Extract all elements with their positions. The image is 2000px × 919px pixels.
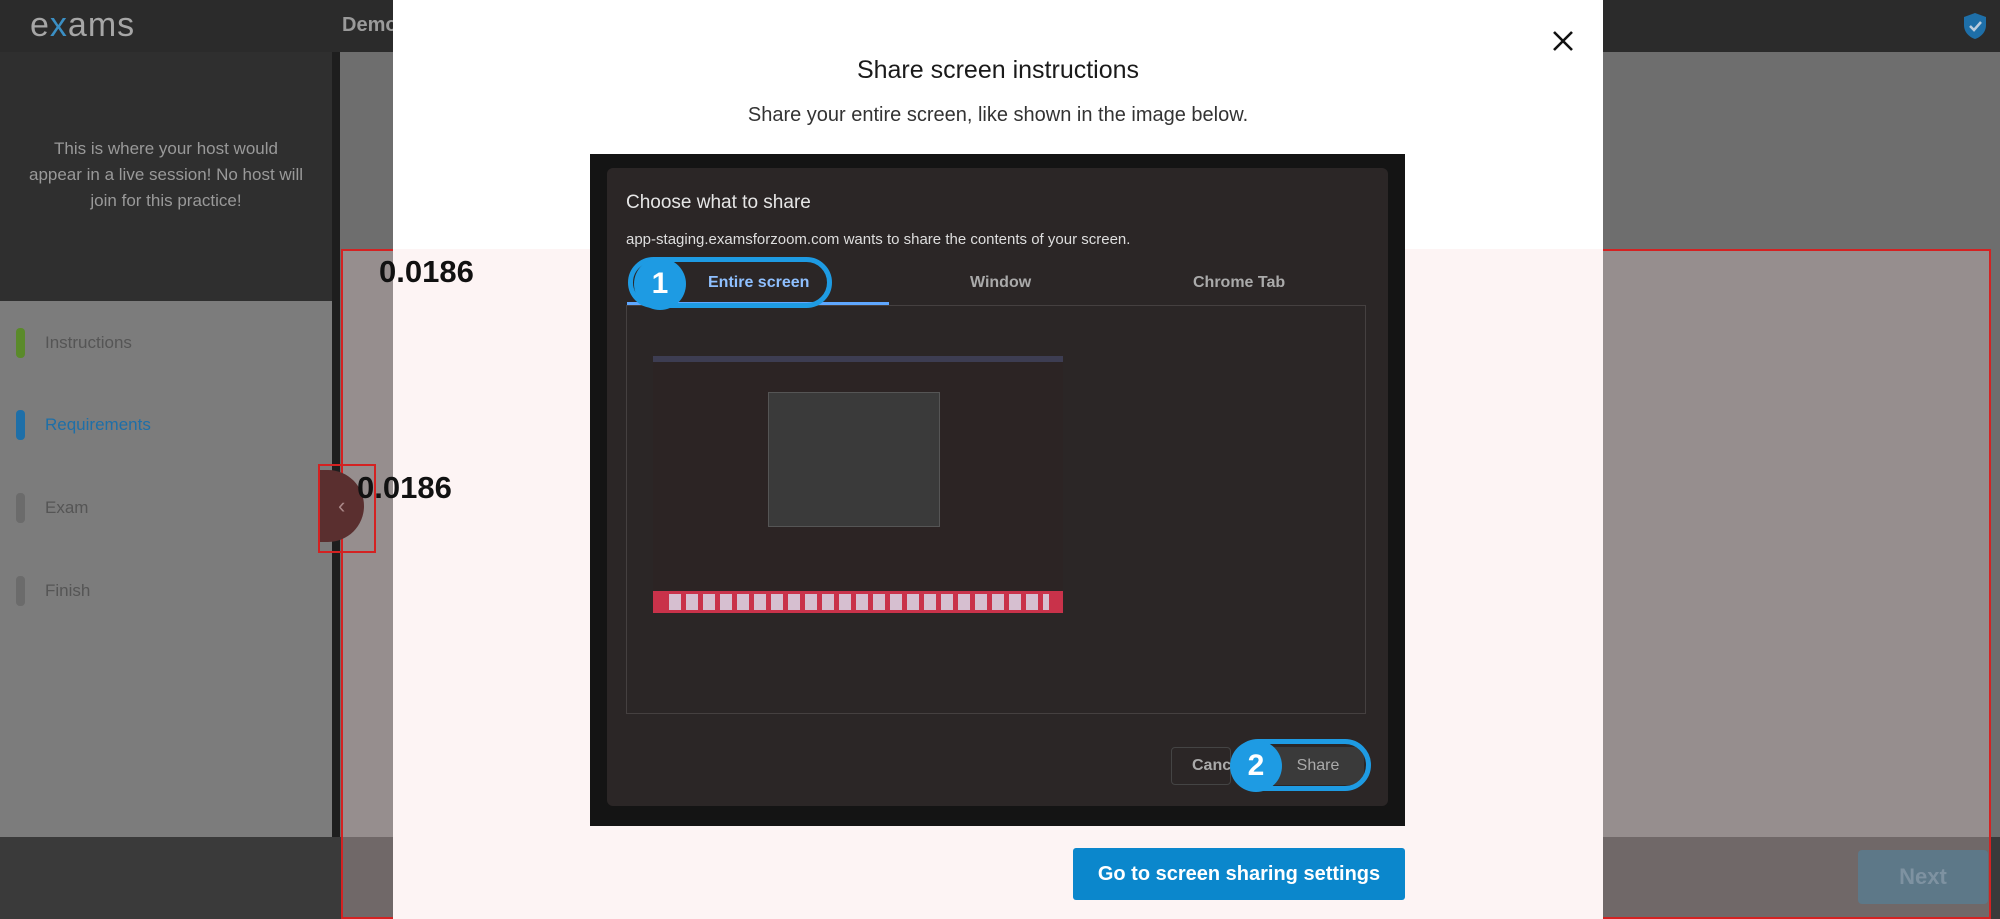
step-label: Exam: [45, 498, 89, 517]
step-finish[interactable]: Finish: [16, 576, 90, 606]
screen-thumbnail: [653, 356, 1063, 613]
step-label: Finish: [45, 581, 91, 600]
example-cancel-button: Canc: [1171, 747, 1231, 785]
step-indicator: [16, 410, 25, 440]
step-label: Requirements: [45, 415, 151, 434]
step-label: Instructions: [45, 333, 132, 352]
step-indicator: [16, 493, 25, 523]
metric-label-mid: 0.0186: [357, 470, 452, 505]
modal-title: Share screen instructions: [856, 56, 1140, 84]
step-exam[interactable]: Exam: [16, 493, 88, 523]
exams-logo: exams: [30, 6, 136, 44]
step-1-badge: 1: [634, 258, 686, 310]
example-dialog-subtitle: app-staging.examsforzoom.com wants to sh…: [626, 231, 1131, 248]
dock-icons: [669, 594, 1049, 610]
example-tab-window: Window: [970, 274, 1032, 291]
screen: exams Demo This is where your host would…: [0, 0, 2000, 919]
shield-check-icon: [1964, 13, 1986, 39]
step-requirements[interactable]: Requirements: [16, 410, 151, 440]
step-2-badge: 2: [1230, 740, 1282, 792]
modal-subtitle: Share your entire screen, like shown in …: [747, 104, 1249, 126]
go-to-screen-sharing-settings-button[interactable]: Go to screen sharing settings: [1073, 848, 1405, 900]
metric-label-top: 0.0186: [379, 254, 474, 289]
session-title: Demo: [342, 14, 398, 36]
step-indicator: [16, 328, 25, 358]
host-video-placeholder: This is where your host would appear in …: [0, 52, 332, 301]
close-icon[interactable]: [1546, 24, 1580, 58]
example-dialog-title: Choose what to share: [626, 192, 811, 213]
step-instructions[interactable]: Instructions: [16, 328, 132, 358]
step-indicator: [16, 576, 25, 606]
example-tab-chrome: Chrome Tab: [1193, 274, 1286, 291]
thumbnail-window: [768, 392, 940, 527]
